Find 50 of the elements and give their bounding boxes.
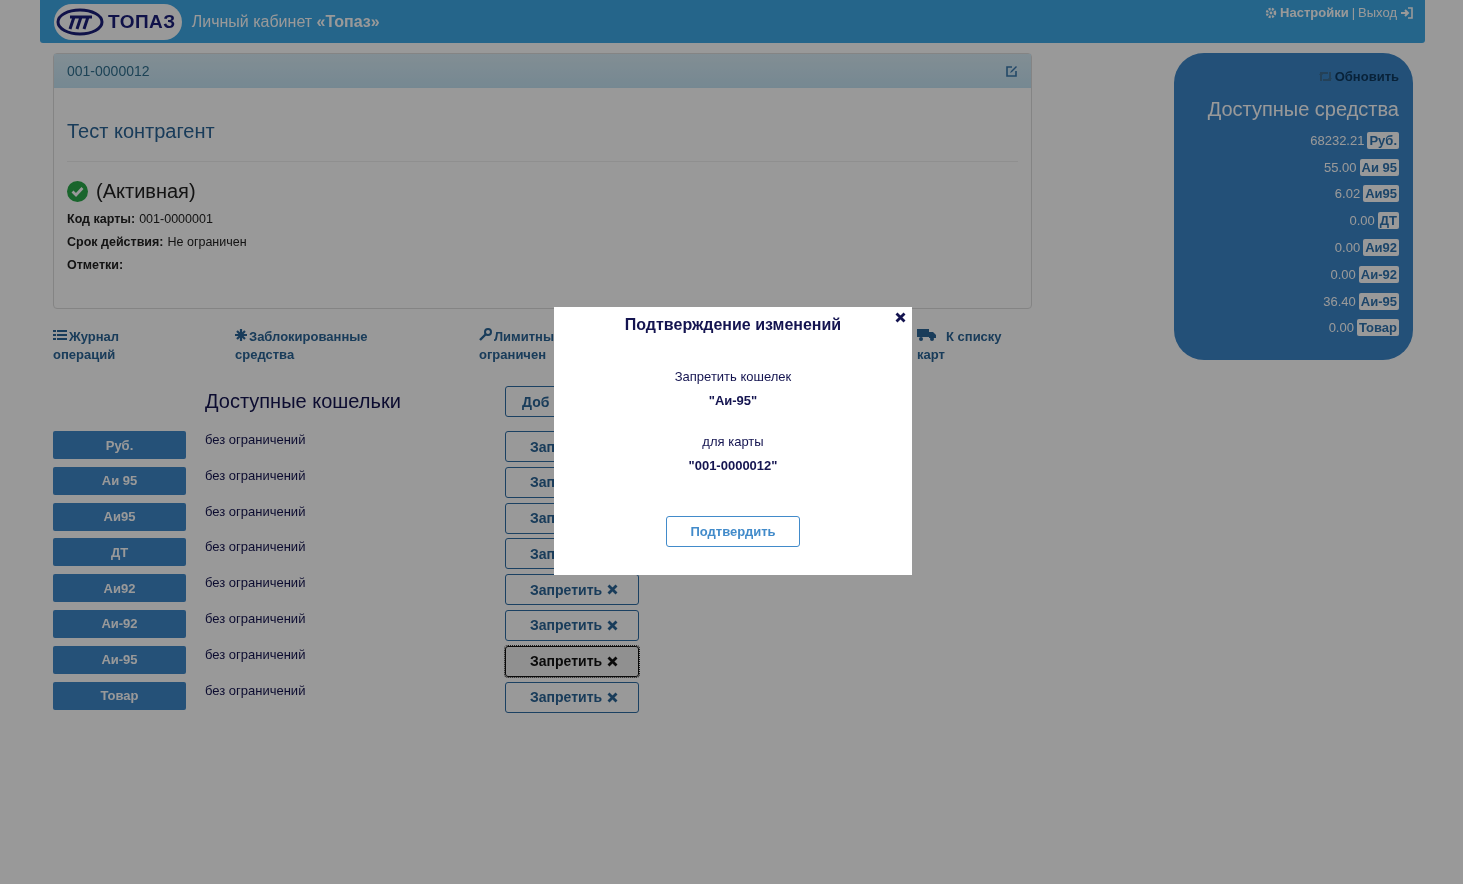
wallet-limit: без ограничений (205, 574, 307, 591)
funds-title: Доступные средства (1206, 98, 1399, 121)
card-status: (Активная) (96, 180, 196, 203)
contractor-name: Тест контрагент (67, 88, 1018, 162)
fund-amount: 0.00 (1334, 240, 1361, 256)
logo-text: ТОПАЗ (108, 10, 176, 33)
fund-unit-badge: Аи-95 (1358, 292, 1399, 310)
fund-unit-badge: Аи92 (1363, 239, 1399, 257)
wallet-badge: Аи-95 (53, 645, 186, 674)
wallet-badge: Аи95 (53, 502, 186, 531)
wallet-limit: без ограничений (205, 431, 307, 447)
fund-amount: 0.00 (1330, 266, 1356, 282)
wallet-limit: без ограничений (205, 538, 307, 555)
field-value: 001-0000001 (139, 212, 213, 226)
wallet-limit: без ограничений (205, 466, 307, 483)
link-separator: | (1351, 5, 1356, 20)
fund-amount: 0.00 (1328, 320, 1354, 336)
wallet-badge: Товар (53, 681, 186, 710)
field-label: Отметки: (67, 258, 124, 272)
fund-amount: 0.00 (1349, 213, 1375, 229)
wallets-title: Доступные кошельки (205, 390, 402, 413)
field-label: Срок действия: (67, 235, 164, 249)
dialog-title: Подтверждение изменений (624, 316, 842, 334)
wallet-badge: ДТ (53, 538, 186, 567)
card-number: 001-0000012 (67, 63, 150, 79)
fund-amount: 55.00 (1324, 159, 1357, 175)
wallet-limit: без ограничений (205, 610, 307, 626)
wallet-name: "Аи-95" (707, 393, 759, 408)
wallet-badge: Аи92 (53, 574, 186, 603)
fund-unit-badge: Аи-92 (1358, 265, 1399, 283)
wallet-badge: Аи-92 (53, 610, 186, 638)
wallet-limit: без ограничений (205, 681, 307, 698)
fund-amount: 68232.21 (1310, 132, 1365, 148)
fund-unit-badge: Аи 95 (1359, 158, 1399, 176)
fund-amount: 36.40 (1323, 293, 1356, 309)
fund-unit-badge: Аи95 (1363, 185, 1399, 203)
wallet-badge: Аи 95 (53, 466, 186, 495)
site-title: Личный кабинет «Топаз» (191, 12, 380, 31)
wallet-limit: без ограничений (205, 645, 307, 662)
field-label: Код карты: (67, 212, 136, 226)
dialog-text: Запретить кошелек (673, 369, 793, 384)
card-number: "001-0000012" (687, 458, 779, 473)
dialog-text: для карты (701, 434, 765, 449)
fund-unit-badge: Руб. (1367, 131, 1399, 149)
fund-amount: 6.02 (1334, 186, 1361, 202)
fund-unit-badge: ДТ (1377, 212, 1399, 230)
wallet-limit: без ограничений (205, 502, 307, 519)
field-value: Не ограничен (167, 235, 247, 249)
wallet-badge: Руб. (53, 431, 186, 459)
fund-unit-badge: Товар (1356, 319, 1399, 337)
